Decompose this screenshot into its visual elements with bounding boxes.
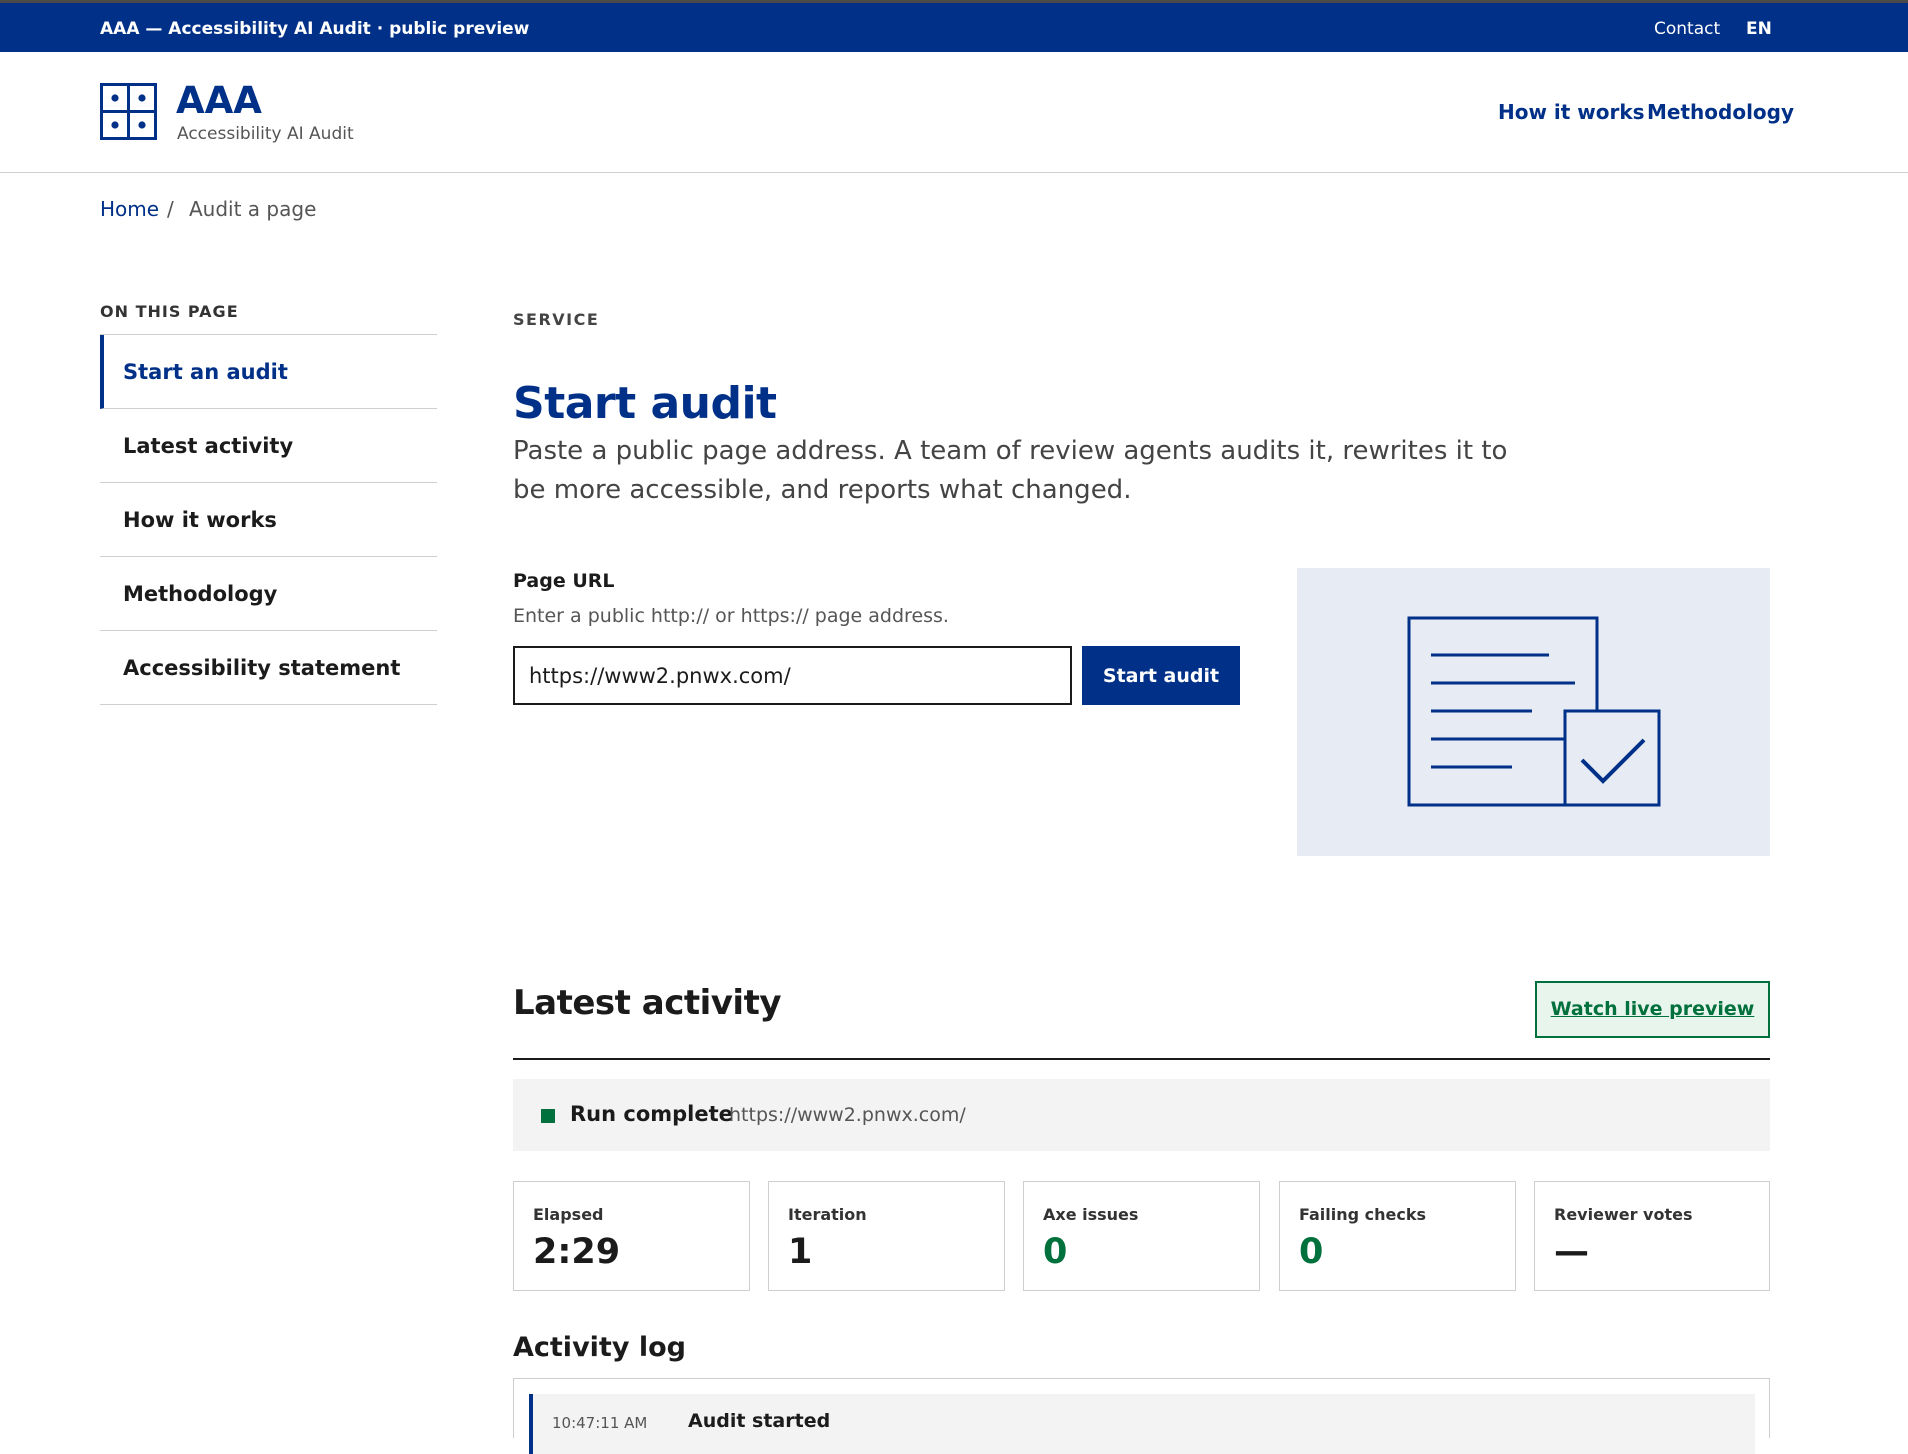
sidebar-item-latest-activity[interactable]: Latest activity [100, 409, 437, 483]
start-audit-button[interactable]: Start audit [1082, 646, 1240, 705]
utility-bar: AAA — Accessibility AI Audit · public pr… [0, 0, 1908, 52]
sidebar-heading: ON THIS PAGE [100, 302, 239, 321]
document-check-icon [1407, 616, 1661, 807]
stat-label: Iteration [788, 1205, 867, 1224]
activity-log: 10:47:11 AM Audit started [513, 1378, 1770, 1454]
run-status-panel: Run complete https://www2.pnwx.com/ [513, 1079, 1770, 1151]
header-nav-methodology[interactable]: Methodology [1647, 100, 1794, 124]
log-entry-time: 10:47:11 AM [552, 1414, 648, 1432]
grid-dots-icon [100, 83, 157, 140]
page-title: Start audit [513, 378, 777, 429]
stat-value: 0 [1299, 1232, 1324, 1272]
utility-brand: AAA — Accessibility AI Audit · public pr… [100, 19, 530, 39]
stat-value: — [1554, 1232, 1589, 1272]
page-lead: Paste a public page address. A team of r… [513, 436, 1508, 505]
section-eyebrow: SERVICE [513, 310, 600, 329]
sidebar-item-how-it-works[interactable]: How it works [100, 483, 437, 557]
sidebar-item-accessibility-statement[interactable]: Accessibility statement [100, 631, 437, 705]
stat-value: 2:29 [533, 1232, 621, 1272]
header-nav-how-it-works[interactable]: How it works [1498, 100, 1645, 124]
illustration-panel [1297, 568, 1770, 856]
stat-card-elapsed: Elapsed 2:29 [513, 1181, 750, 1291]
log-entry-title: Audit started [688, 1410, 831, 1432]
sidebar-item-methodology[interactable]: Methodology [100, 557, 437, 631]
stat-label: Axe issues [1043, 1205, 1139, 1224]
site-title[interactable]: AAA [176, 79, 262, 122]
log-entry: 10:47:11 AM Audit started [529, 1394, 1755, 1454]
status-success-icon [541, 1109, 555, 1123]
stat-value: 1 [788, 1232, 813, 1272]
sidebar-item-start-an-audit[interactable]: Start an audit [100, 335, 437, 409]
status-label: Run complete [570, 1102, 733, 1126]
activity-log-heading: Activity log [513, 1332, 686, 1363]
breadcrumb-home[interactable]: Home [100, 197, 159, 221]
language-switch[interactable]: EN [1746, 19, 1772, 39]
stat-label: Reviewer votes [1554, 1205, 1693, 1224]
stat-card-failing-checks: Failing checks 0 [1279, 1181, 1516, 1291]
url-input[interactable] [513, 646, 1072, 705]
stat-label: Elapsed [533, 1205, 604, 1224]
site-header: AAA Accessibility AI Audit How it works … [0, 52, 1908, 173]
stat-card-iteration: Iteration 1 [768, 1181, 1005, 1291]
latest-activity-heading: Latest activity [513, 983, 782, 1023]
stat-card-axe-issues: Axe issues 0 [1023, 1181, 1260, 1291]
contact-link[interactable]: Contact [1654, 19, 1720, 39]
site-subtitle: Accessibility AI Audit [177, 124, 354, 144]
url-field-hint: Enter a public http:// or https:// page … [513, 605, 949, 627]
breadcrumb-separator: / [167, 197, 174, 221]
stat-value: 0 [1043, 1232, 1068, 1272]
watch-live-preview-button[interactable]: Watch live preview [1535, 981, 1770, 1038]
section-divider [513, 1058, 1770, 1060]
sidebar-nav: Start an audit Latest activity How it wo… [100, 334, 437, 705]
stat-card-reviewer-votes: Reviewer votes — [1534, 1181, 1770, 1291]
status-url: https://www2.pnwx.com/ [729, 1104, 966, 1126]
url-field-label: Page URL [513, 570, 615, 592]
breadcrumb-current: Audit a page [189, 197, 317, 221]
stat-label: Failing checks [1299, 1205, 1427, 1224]
